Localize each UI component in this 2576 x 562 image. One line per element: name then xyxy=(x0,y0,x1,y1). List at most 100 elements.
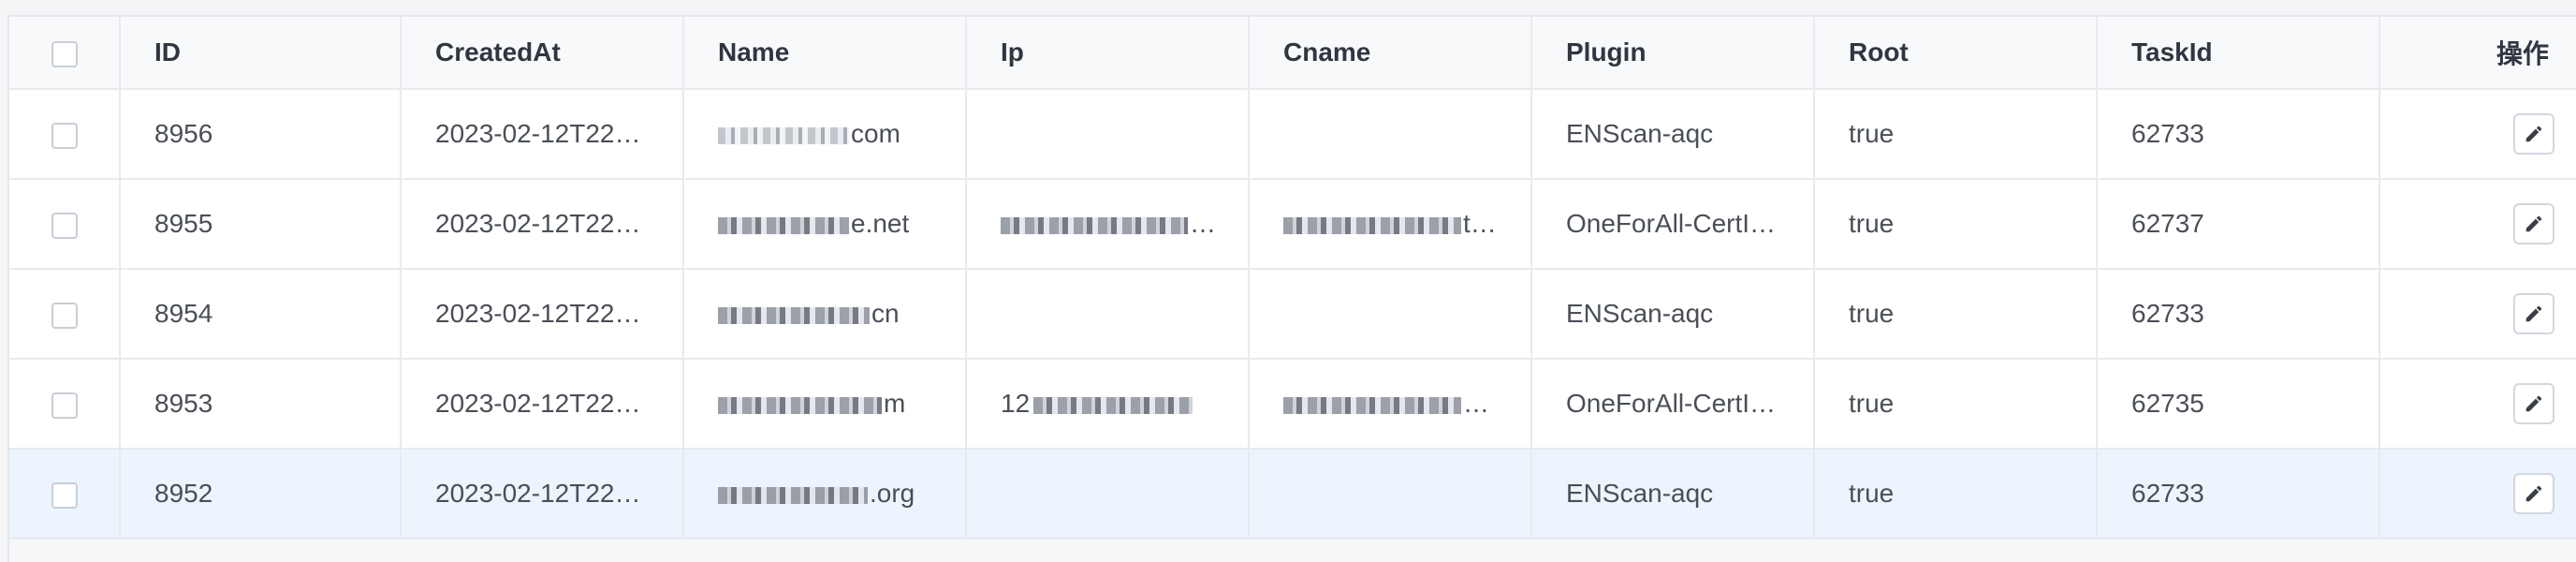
cell-createdat: 2023-02-12T22… xyxy=(401,89,684,180)
cell-plugin: OneForAll-CertI… xyxy=(1531,179,1815,270)
cell-createdat: 2023-02-12T22… xyxy=(401,359,684,450)
table-row[interactable]: 8955 2023-02-12T22… e.net … t,… OneForAl… xyxy=(9,179,2576,270)
cell-plugin: ENScan-aqc xyxy=(1531,269,1815,360)
redacted-mask xyxy=(1283,396,1461,414)
cell-actions xyxy=(2379,89,2576,180)
row-checkbox[interactable] xyxy=(51,122,78,149)
cell-ip xyxy=(966,269,1250,360)
edit-button[interactable] xyxy=(2513,383,2554,424)
cell-name: .org xyxy=(683,449,967,540)
column-header-name[interactable]: Name xyxy=(683,17,967,90)
cell-id: 8952 xyxy=(120,449,402,540)
redacted-mask xyxy=(1001,216,1188,234)
cell-id: 8953 xyxy=(120,359,402,450)
edit-pencil-icon xyxy=(2525,485,2542,502)
column-header-plugin[interactable]: Plugin xyxy=(1531,17,1815,90)
cell-createdat: 2023-02-12T22… xyxy=(401,449,684,540)
cell-cname xyxy=(1249,89,1532,180)
cell-cname xyxy=(1249,449,1532,540)
cell-id: 8955 xyxy=(120,179,402,270)
column-header-createdat[interactable]: CreatedAt xyxy=(401,17,684,90)
cell-cname-visible: t,… xyxy=(1463,209,1504,238)
cell-actions xyxy=(2379,449,2576,540)
cell-plugin: ENScan-aqc xyxy=(1531,449,1815,540)
cell-ip xyxy=(966,449,1250,540)
cell-root: true xyxy=(1814,269,2098,360)
edit-button[interactable] xyxy=(2513,203,2554,244)
cell-cname: om… xyxy=(1249,359,1532,450)
cell-id: 8954 xyxy=(120,269,402,360)
cell-name-visible: .org xyxy=(870,479,915,508)
cell-taskid: 62733 xyxy=(2097,449,2380,540)
row-select-cell xyxy=(9,89,121,180)
edit-button[interactable] xyxy=(2513,473,2554,514)
edit-pencil-icon xyxy=(2525,305,2542,322)
column-header-root[interactable]: Root xyxy=(1814,17,2098,90)
cell-taskid: 62737 xyxy=(2097,179,2380,270)
select-all-checkbox[interactable] xyxy=(51,40,78,67)
cell-ip-visible: 12 xyxy=(1001,389,1031,418)
row-checkbox[interactable] xyxy=(51,302,78,329)
cell-createdat: 2023-02-12T22… xyxy=(401,179,684,270)
cell-plugin: ENScan-aqc xyxy=(1531,89,1815,180)
row-select-cell xyxy=(9,449,121,540)
cell-name: e.net xyxy=(683,179,967,270)
cell-name: cn xyxy=(683,269,967,360)
column-header-taskid[interactable]: TaskId xyxy=(2097,17,2380,90)
edit-button[interactable] xyxy=(2513,293,2554,334)
cell-root: true xyxy=(1814,359,2098,450)
cell-actions xyxy=(2379,179,2576,270)
cell-ip xyxy=(966,89,1250,180)
column-header-cname[interactable]: Cname xyxy=(1249,17,1532,90)
row-checkbox[interactable] xyxy=(51,212,78,239)
row-select-cell xyxy=(9,359,121,450)
cell-name-visible: com xyxy=(851,119,900,148)
table-footer-strip xyxy=(7,540,2576,562)
redacted-mask xyxy=(718,396,882,414)
cell-name: com xyxy=(683,89,967,180)
redacted-mask xyxy=(718,126,849,144)
data-table: ID CreatedAt Name Ip Cname Plugin Root T… xyxy=(7,15,2576,540)
row-select-cell xyxy=(9,179,121,270)
cell-name-visible: m xyxy=(884,389,906,418)
cell-ip: 12 xyxy=(966,359,1250,450)
cell-root: true xyxy=(1814,89,2098,180)
cell-plugin: OneForAll-CertI… xyxy=(1531,359,1815,450)
cell-cname xyxy=(1249,269,1532,360)
table-row[interactable]: 8956 2023-02-12T22… com ENScan-aqc true … xyxy=(9,89,2576,180)
cell-taskid: 62733 xyxy=(2097,269,2380,360)
edit-pencil-icon xyxy=(2525,126,2542,142)
redacted-mask xyxy=(1283,216,1461,234)
cell-actions xyxy=(2379,359,2576,450)
table-row[interactable]: 8952 2023-02-12T22… .org ENScan-aqc true… xyxy=(9,449,2576,540)
table-row[interactable]: 8954 2023-02-12T22… cn ENScan-aqc true 6… xyxy=(9,269,2576,360)
cell-ip: … xyxy=(966,179,1250,270)
cell-cname: t,… xyxy=(1249,179,1532,270)
cell-actions xyxy=(2379,269,2576,360)
column-header-id[interactable]: ID xyxy=(120,17,402,90)
cell-taskid: 62735 xyxy=(2097,359,2380,450)
table-row[interactable]: 8953 2023-02-12T22… m 12 om… OneForAll-C… xyxy=(9,359,2576,450)
table-header-row: ID CreatedAt Name Ip Cname Plugin Root T… xyxy=(9,17,2576,90)
edit-pencil-icon xyxy=(2525,215,2542,232)
cell-taskid: 62733 xyxy=(2097,89,2380,180)
cell-name: m xyxy=(683,359,967,450)
cell-root: true xyxy=(1814,179,2098,270)
redacted-mask xyxy=(718,486,868,504)
edit-pencil-icon xyxy=(2525,395,2542,412)
row-checkbox[interactable] xyxy=(51,392,78,419)
cell-createdat: 2023-02-12T22… xyxy=(401,269,684,360)
cell-name-visible: e.net xyxy=(851,209,910,238)
cell-id: 8956 xyxy=(120,89,402,180)
cell-root: true xyxy=(1814,449,2098,540)
select-all-cell xyxy=(9,17,121,90)
row-select-cell xyxy=(9,269,121,360)
redacted-mask xyxy=(718,216,849,234)
cell-name-visible: cn xyxy=(871,299,900,328)
column-header-actions: 操作 xyxy=(2379,17,2576,90)
edit-button[interactable] xyxy=(2513,113,2554,155)
redacted-mask xyxy=(1033,396,1193,414)
row-checkbox[interactable] xyxy=(51,481,78,509)
redacted-mask xyxy=(718,306,870,324)
column-header-ip[interactable]: Ip xyxy=(966,17,1250,90)
